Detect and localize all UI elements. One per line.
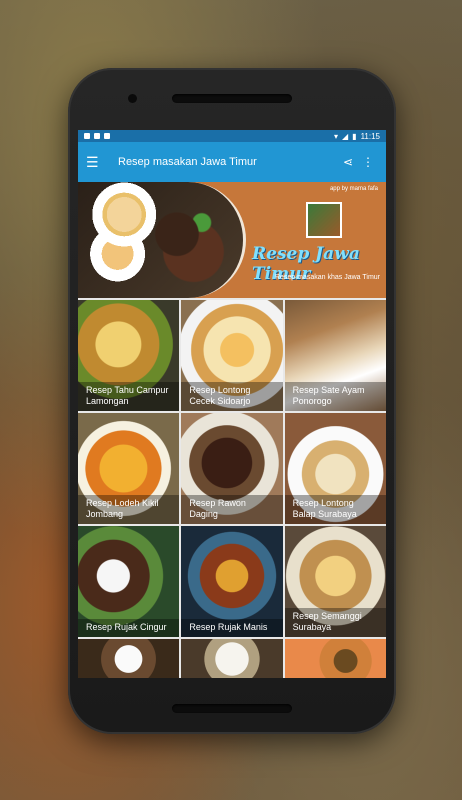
- banner-credit: app by mama fafa: [329, 186, 378, 192]
- recipe-card[interactable]: [181, 639, 283, 678]
- recipe-card[interactable]: Resep Rawon Daging: [181, 413, 283, 524]
- notification-icon: [94, 133, 100, 139]
- notification-icon: [104, 133, 110, 139]
- status-bar: ▾ ◢ ▮ 11:15: [78, 130, 386, 142]
- recipe-card[interactable]: [78, 639, 180, 678]
- app-logo: [306, 202, 342, 238]
- recipe-label: Resep Sate Ayam Ponorogo: [284, 382, 386, 411]
- phone-frame: ▾ ◢ ▮ 11:15 ☰ Resep masakan Jawa Timur ⋖…: [68, 68, 396, 734]
- share-icon[interactable]: ⋖: [338, 155, 358, 169]
- recipe-label: Resep Lontong Balap Surabaya: [284, 495, 386, 524]
- recipe-label: Resep Lontong Cecek Sidoarjo: [181, 382, 283, 411]
- recipe-card[interactable]: Resep Lodeh Kikil Jombang: [78, 413, 180, 524]
- banner-food-photo: [78, 182, 246, 298]
- recipe-card[interactable]: Resep Tahu Campur Lamongan: [78, 300, 180, 411]
- notification-icon: [84, 133, 90, 139]
- recipe-label: Resep Lodeh Kikil Jombang: [78, 495, 180, 524]
- front-camera: [128, 94, 137, 103]
- recipe-card[interactable]: Resep Sate Ayam Ponorogo: [284, 300, 386, 411]
- recipe-card[interactable]: Resep Semanggi Surabaya: [284, 526, 386, 637]
- status-time: 11:15: [360, 131, 380, 141]
- wifi-icon: ▾: [333, 131, 338, 141]
- recipe-card[interactable]: Resep Lontong Cecek Sidoarjo: [181, 300, 283, 411]
- banner-subtitle: Resep masakan khas Jawa Timur: [274, 274, 380, 281]
- recipe-label: Resep Tahu Campur Lamongan: [78, 382, 180, 411]
- recipe-card[interactable]: Resep Rujak Cingur: [78, 526, 180, 637]
- recipe-label: Resep Rawon Daging: [181, 495, 283, 524]
- app-screen: ▾ ◢ ▮ 11:15 ☰ Resep masakan Jawa Timur ⋖…: [78, 130, 386, 678]
- signal-icon: ◢: [342, 131, 349, 141]
- top-speaker: [172, 94, 292, 103]
- header-banner: app by mama fafa Resep Jawa Timur Resep …: [78, 182, 386, 298]
- recipe-label: Resep Semanggi Surabaya: [284, 608, 386, 637]
- menu-icon[interactable]: ☰: [86, 154, 110, 171]
- recipe-card[interactable]: Resep Lontong Balap Surabaya: [284, 413, 386, 524]
- recipe-card[interactable]: [284, 639, 386, 678]
- recipe-card[interactable]: Resep Rujak Manis: [181, 526, 283, 637]
- app-title: Resep masakan Jawa Timur: [118, 156, 257, 168]
- recipe-grid: Resep Tahu Campur Lamongan Resep Lontong…: [78, 298, 386, 678]
- bottom-speaker: [172, 704, 292, 713]
- more-options-icon[interactable]: ⋮: [358, 155, 378, 169]
- recipe-label: Resep Rujak Cingur: [78, 619, 180, 637]
- battery-icon: ▮: [352, 131, 357, 141]
- app-bar: ☰ Resep masakan Jawa Timur ⋖ ⋮: [78, 142, 386, 182]
- recipe-label: Resep Rujak Manis: [181, 619, 283, 637]
